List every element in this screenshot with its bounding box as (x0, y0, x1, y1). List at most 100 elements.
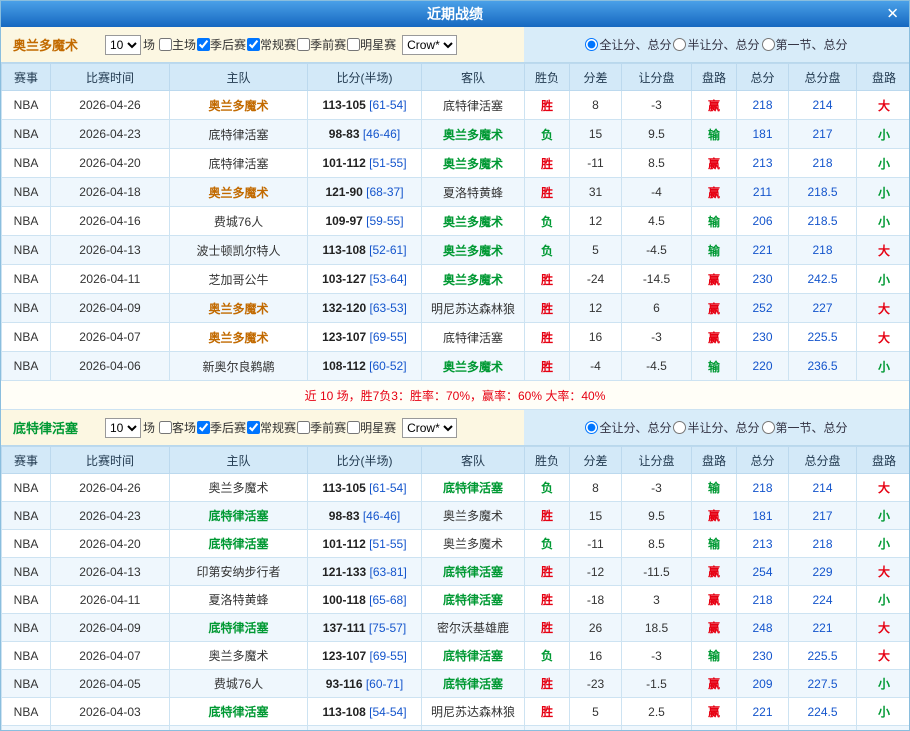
score-cell: 127-116 [59-54] (308, 726, 422, 731)
over-under-cell: 小 (857, 207, 910, 236)
handicap-line-cell: 2.5 (622, 698, 692, 726)
date-cell: 2026-04-07 (51, 642, 170, 670)
total-points-cell: 218 (737, 474, 789, 502)
league-cell: NBA (2, 558, 51, 586)
away-team-cell: 多伦多猛龙 (422, 726, 525, 731)
table-row: NBA2026-04-09底特律活塞137-111 [75-57]密尔沃基雄鹿胜… (2, 614, 910, 642)
score-cell: 113-105 [61-54] (308, 474, 422, 502)
magic-filter-checkbox-preseason[interactable]: 季前赛 (297, 36, 346, 53)
magic-radio-full-handicap-total[interactable]: 全让分、总分 (585, 36, 671, 53)
table-row: NBA2026-04-20底特律活塞101-112 [51-55]奥兰多魔术负-… (2, 530, 910, 558)
pistons-games-count-select[interactable]: 10 (105, 418, 141, 438)
point-diff-cell: 31 (570, 178, 622, 207)
magic-radio-first-quarter-total[interactable]: 第一节、总分 (762, 36, 848, 53)
score-cell: 121-133 [63-81] (308, 558, 422, 586)
over-under-cell: 大 (857, 474, 910, 502)
magic-filter-checkbox-playoffs[interactable]: 季后赛 (197, 36, 246, 53)
point-diff-cell: 12 (570, 207, 622, 236)
away-team-cell: 底特律活塞 (422, 586, 525, 614)
date-cell: 2026-04-26 (51, 91, 170, 120)
column-header: 盘路 (857, 447, 910, 474)
magic-filter-checkbox-allstar[interactable]: 明星赛 (347, 36, 396, 53)
pistons-radio-full-handicap-total[interactable]: 全让分、总分 (585, 419, 671, 436)
handicap-line-cell: 8.5 (622, 149, 692, 178)
magic-filter-checkbox-regular[interactable]: 常规赛 (247, 36, 296, 53)
magic-games-count-suffix: 场 (143, 36, 155, 53)
pistons-radio-first-quarter-total[interactable]: 第一节、总分 (762, 419, 848, 436)
magic-games-count-select[interactable]: 10 (105, 35, 141, 55)
handicap-result-cell: 赢 (692, 294, 737, 323)
total-points-cell: 218 (737, 91, 789, 120)
result-cell: 负 (525, 120, 570, 149)
score-cell: 132-120 [63-53] (308, 294, 422, 323)
handicap-result-cell: 赢 (692, 698, 737, 726)
handicap-result-cell: 赢 (692, 614, 737, 642)
magic-radio-half-handicap-total[interactable]: 半让分、总分 (673, 36, 759, 53)
result-cell: 负 (525, 530, 570, 558)
pistons-filter-right: 全让分、总分 半让分、总分 第一节、总分 (524, 410, 909, 445)
column-header: 主队 (170, 447, 308, 474)
home-team-cell: 底特律活塞 (170, 149, 308, 178)
handicap-line-cell: -4.5 (622, 236, 692, 265)
handicap-result-cell: 赢 (692, 670, 737, 698)
handicap-result-cell: 赢 (692, 265, 737, 294)
total-points-cell: 248 (737, 614, 789, 642)
magic-filter-left: 奥兰多魔术 10 场 主场 季后赛 常规赛 季前赛 明星赛 Crow* (1, 27, 524, 62)
total-points-cell: 211 (737, 178, 789, 207)
pistons-filter-checkbox-preseason[interactable]: 季前赛 (297, 419, 346, 436)
magic-filter-checkbox-home[interactable]: 主场 (159, 36, 196, 53)
home-team-cell: 费城76人 (170, 207, 308, 236)
point-diff-cell: -11 (570, 149, 622, 178)
home-team-cell: 芝加哥公牛 (170, 265, 308, 294)
pistons-filter-checkbox-away[interactable]: 客场 (159, 419, 196, 436)
score-cell: 101-112 [51-55] (308, 149, 422, 178)
over-under-cell: 小 (857, 530, 910, 558)
total-points-cell: 220 (737, 352, 789, 381)
total-line-cell: 225.5 (789, 642, 857, 670)
result-cell: 胜 (525, 294, 570, 323)
total-points-cell: 181 (737, 502, 789, 530)
league-cell: NBA (2, 265, 51, 294)
home-team-cell: 费城76人 (170, 670, 308, 698)
handicap-line-cell: -3 (622, 323, 692, 352)
over-under-cell: 大 (857, 236, 910, 265)
table-row: NBA2026-04-16费城76人109-97 [59-55]奥兰多魔术负12… (2, 207, 910, 236)
date-cell: 2026-04-11 (51, 586, 170, 614)
point-diff-cell: -4 (570, 352, 622, 381)
away-team-cell: 夏洛特黄蜂 (422, 178, 525, 207)
handicap-line-cell: 6 (622, 294, 692, 323)
column-header: 比赛时间 (51, 447, 170, 474)
handicap-result-cell: 赢 (692, 726, 737, 731)
handicap-line-cell: 2.5 (622, 726, 692, 731)
date-cell: 2026-04-23 (51, 120, 170, 149)
handicap-result-cell: 输 (692, 207, 737, 236)
away-team-cell: 奥兰多魔术 (422, 236, 525, 265)
home-team-cell: 奥兰多魔术 (170, 323, 308, 352)
pistons-filter-checkbox-regular[interactable]: 常规赛 (247, 419, 296, 436)
score-cell: 113-108 [52-61] (308, 236, 422, 265)
total-points-cell: 213 (737, 149, 789, 178)
pistons-radio-half-handicap-total[interactable]: 半让分、总分 (673, 419, 759, 436)
result-cell: 负 (525, 474, 570, 502)
away-team-cell: 底特律活塞 (422, 558, 525, 586)
pistons-team-name: 底特律活塞 (13, 418, 105, 437)
result-cell: 胜 (525, 670, 570, 698)
column-header: 客队 (422, 447, 525, 474)
magic-summary-line: 近 10 场，胜7负3：胜率：70%，赢率：60% 大率：40% (1, 381, 909, 410)
league-cell: NBA (2, 236, 51, 265)
result-cell: 胜 (525, 265, 570, 294)
pistons-filter-checkbox-playoffs[interactable]: 季后赛 (197, 419, 246, 436)
home-team-cell: 波士顿凯尔特人 (170, 236, 308, 265)
point-diff-cell: -18 (570, 586, 622, 614)
table-row: NBA2026-04-05费城76人93-116 [60-71]底特律活塞胜-2… (2, 670, 910, 698)
pistons-filter-checkbox-allstar[interactable]: 明星赛 (347, 419, 396, 436)
league-cell: NBA (2, 670, 51, 698)
point-diff-cell: 15 (570, 502, 622, 530)
league-cell: NBA (2, 474, 51, 502)
close-icon[interactable]: ✕ (886, 7, 899, 22)
column-header: 赛事 (2, 447, 51, 474)
pistons-table-body: NBA2026-04-26奥兰多魔术113-105 [61-54]底特律活塞负8… (2, 474, 910, 731)
total-line-cell: 221 (789, 614, 857, 642)
magic-bookmaker-select[interactable]: Crow* (402, 35, 457, 55)
pistons-bookmaker-select[interactable]: Crow* (402, 418, 457, 438)
